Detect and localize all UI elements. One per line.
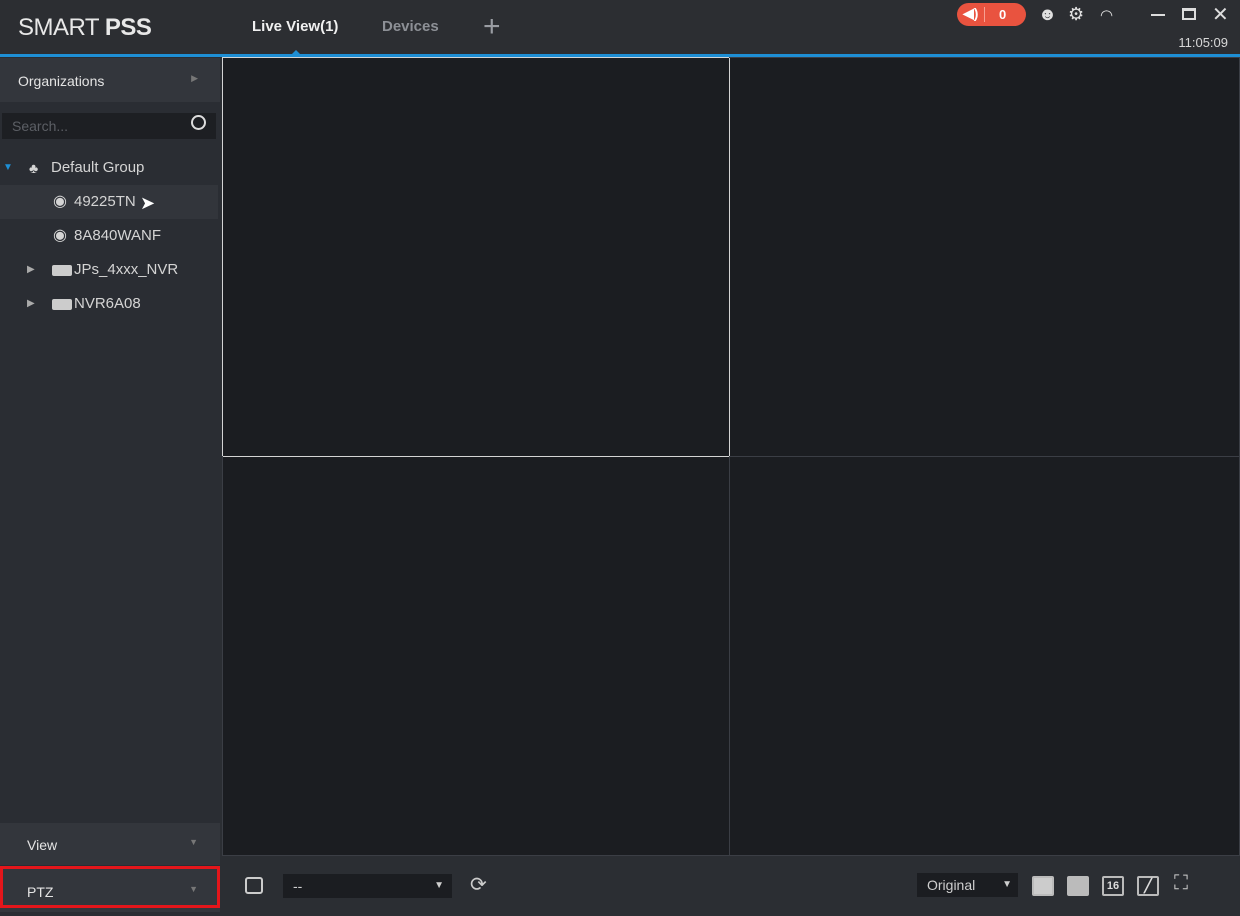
tree-label: JPs_4xxx_NVR <box>74 261 179 278</box>
video-pane-1[interactable] <box>222 57 730 457</box>
view-select[interactable]: -- ▼ <box>283 874 452 898</box>
clock: 11:05:09 <box>1178 35 1228 50</box>
tree-item-camera[interactable]: ◉ 49225TN <box>0 185 218 219</box>
maximize-button[interactable] <box>1182 8 1196 20</box>
search-input[interactable]: Search... <box>2 113 216 139</box>
tree-label: NVR6A08 <box>74 295 141 312</box>
mouse-cursor: ➤ <box>140 193 156 213</box>
organizations-header[interactable]: Organizations ▶ <box>0 58 220 102</box>
video-pane-2[interactable] <box>729 57 1240 457</box>
expand-triangle-icon[interactable]: ▼ <box>3 151 13 185</box>
chevron-down-icon: ▼ <box>189 837 198 847</box>
nvr-icon <box>52 299 72 310</box>
camera-icon: ◉ <box>53 227 67 244</box>
video-grid <box>222 57 1240 856</box>
video-pane-3[interactable] <box>222 456 730 856</box>
chevron-down-icon: ▼ <box>434 880 444 891</box>
minimize-button[interactable] <box>1151 14 1165 16</box>
expand-triangle-icon[interactable]: ▶ <box>27 287 35 321</box>
layout-4-icon[interactable] <box>1032 876 1054 896</box>
tab-live-view[interactable]: Live View(1) <box>252 18 338 35</box>
video-pane-4[interactable] <box>729 456 1240 856</box>
chevron-down-icon: ▼ <box>1002 879 1012 890</box>
speaker-icon: ◀) <box>963 5 979 21</box>
ptz-highlight-box <box>0 866 220 908</box>
layout-16-icon[interactable]: 16 <box>1102 876 1124 896</box>
tree-item-nvr[interactable]: ▶ JPs_4xxx_NVR <box>0 253 220 287</box>
refresh-icon[interactable]: ⟳ <box>470 872 487 897</box>
alarm-count: 0 <box>999 7 1007 22</box>
tree-label: 8A840WANF <box>74 227 161 244</box>
tree-label: 49225TN <box>74 193 136 210</box>
chevron-right-icon: ▶ <box>191 73 198 83</box>
stream-select[interactable]: Original ▼ <box>917 873 1018 897</box>
expand-triangle-icon[interactable]: ▶ <box>27 253 35 287</box>
close-button[interactable]: ✕ <box>1212 2 1229 27</box>
performance-gauge-icon[interactable]: ◠ <box>1100 6 1113 24</box>
tree-item-default-group[interactable]: ▼ ♣ Default Group <box>0 151 220 185</box>
search-icon[interactable] <box>191 115 206 130</box>
layout-9-icon[interactable] <box>1067 876 1089 896</box>
save-view-icon[interactable] <box>245 877 263 894</box>
app-logo: SMART PSS <box>18 14 152 41</box>
tab-devices[interactable]: Devices <box>382 18 439 35</box>
alarm-button[interactable]: ◀) 0 <box>957 3 1026 26</box>
view-section-header[interactable]: View ▼ <box>0 823 220 865</box>
nvr-icon <box>52 265 72 276</box>
camera-icon: ◉ <box>53 193 67 210</box>
fullscreen-icon[interactable]: ⛶ <box>1174 872 1188 895</box>
group-icon: ♣ <box>29 160 39 176</box>
add-tab-button[interactable]: + <box>483 10 501 44</box>
tree-item-camera[interactable]: ◉ 8A840WANF <box>0 219 220 253</box>
user-icon[interactable]: ☻ <box>1038 4 1057 25</box>
gear-icon[interactable]: ⚙ <box>1068 4 1084 25</box>
tree-label: Default Group <box>51 159 145 176</box>
tree-item-nvr[interactable]: ▶ NVR6A08 <box>0 287 220 321</box>
custom-layout-icon[interactable]: ╱ <box>1137 876 1159 896</box>
